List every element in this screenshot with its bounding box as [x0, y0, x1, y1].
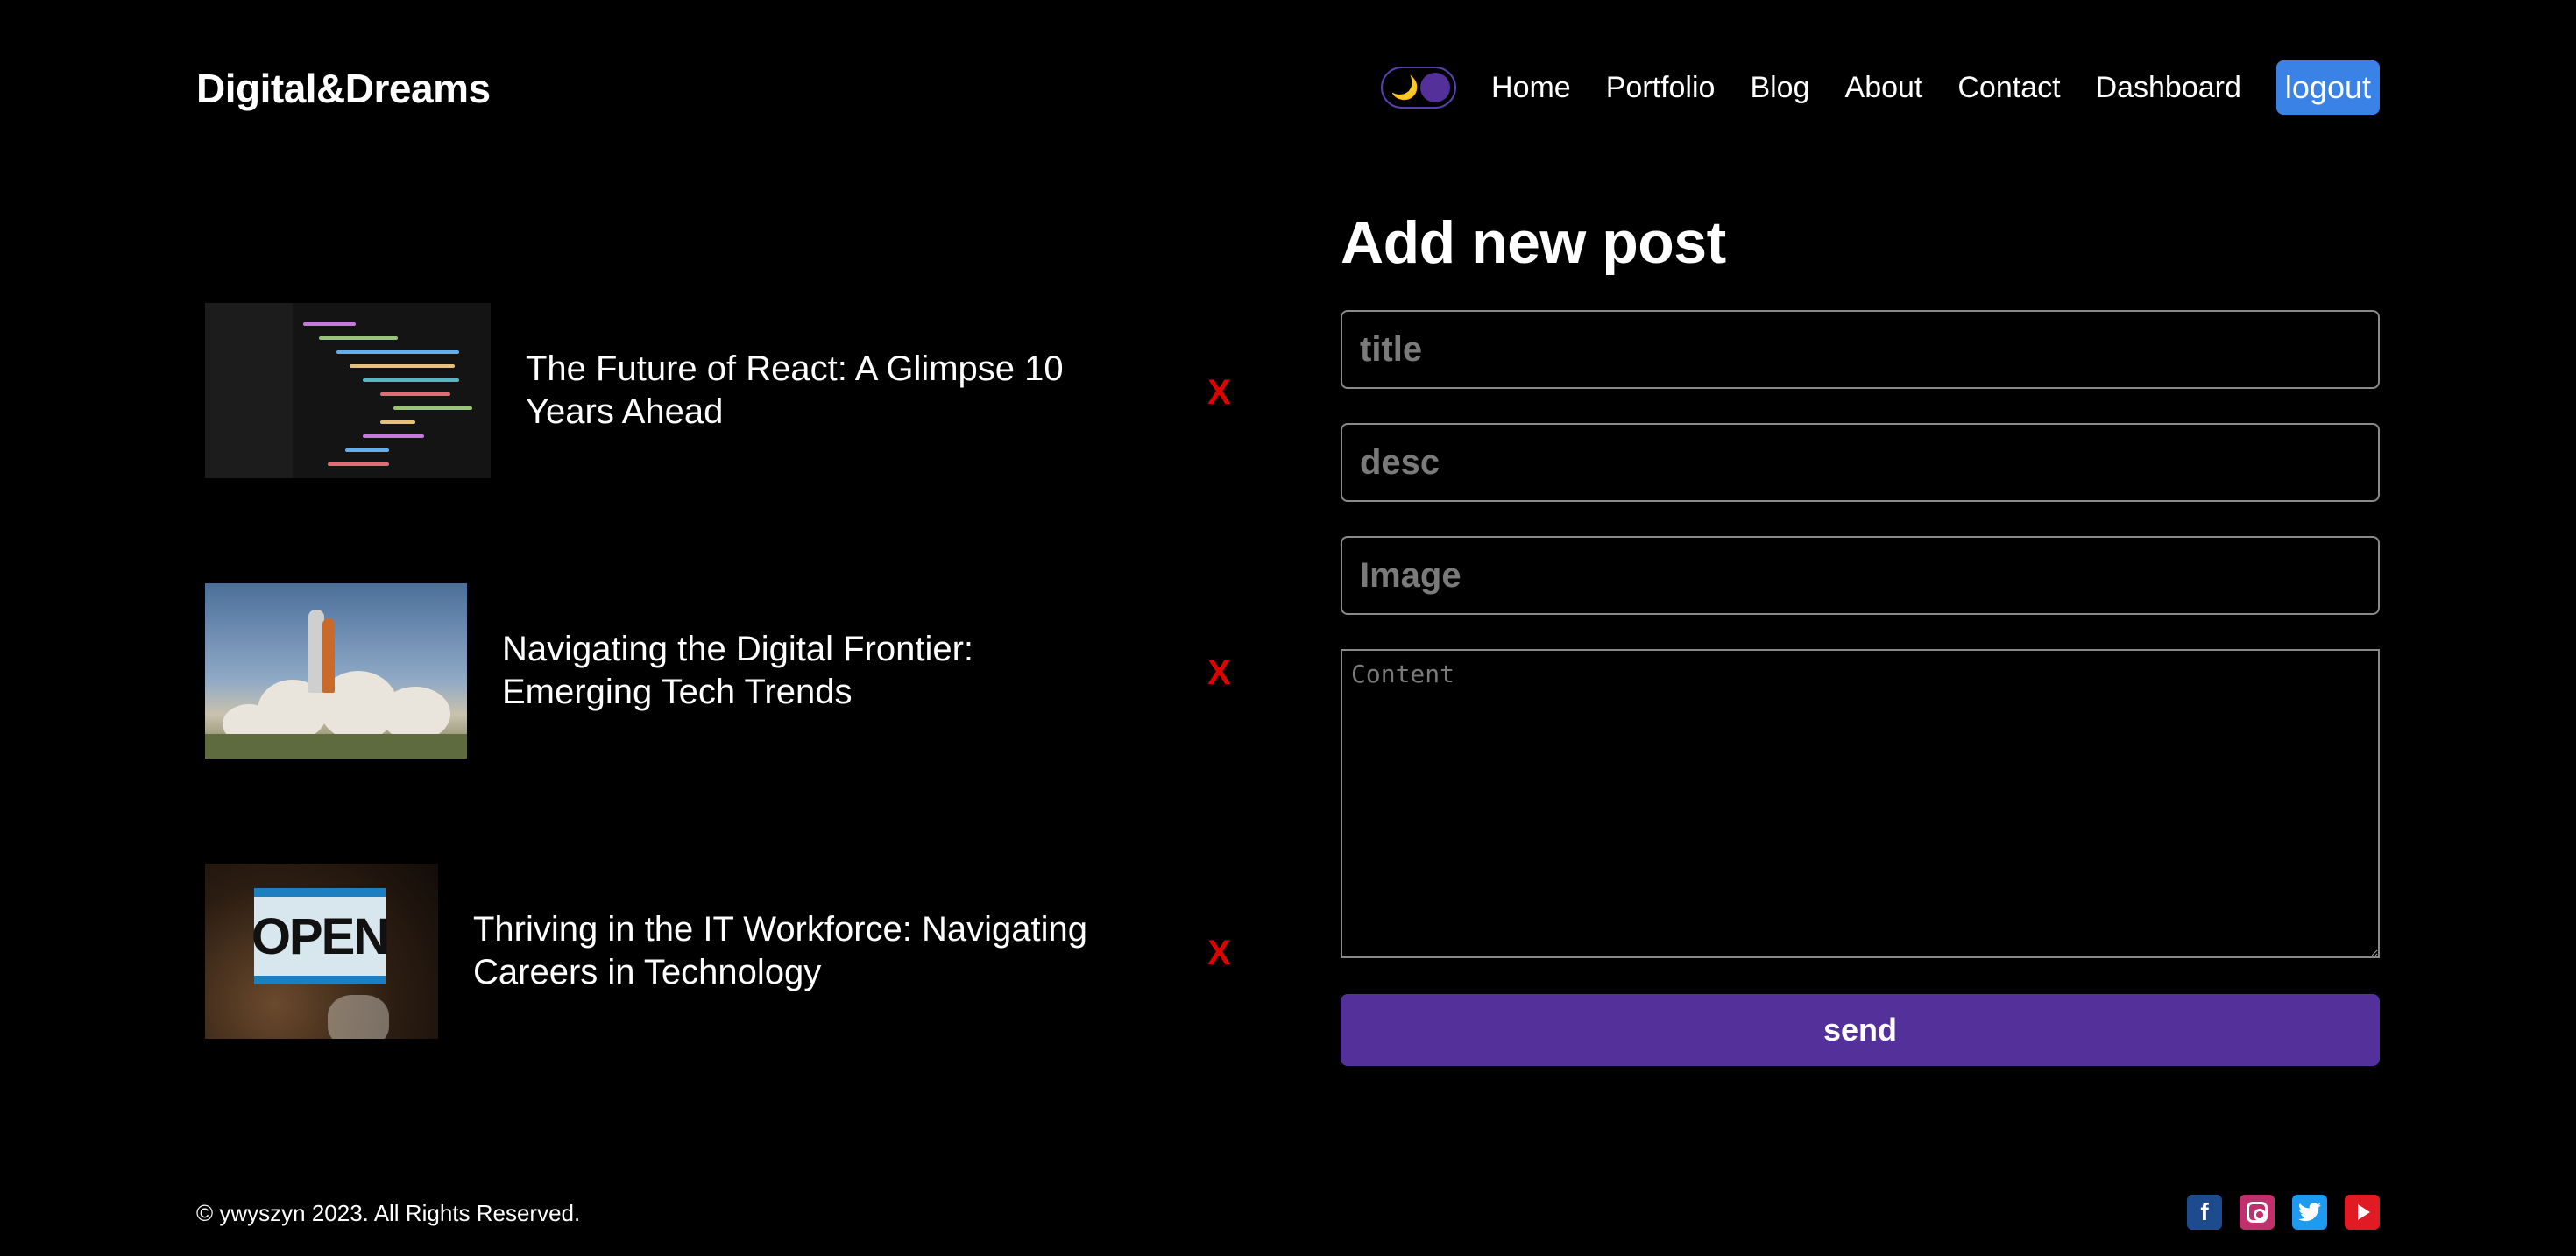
open-sign: OPEN: [251, 888, 390, 984]
post-image-shuttle: [205, 583, 467, 759]
moon-icon: 🌙: [1391, 74, 1419, 101]
nav-contact[interactable]: Contact: [1957, 60, 2060, 116]
desc-input[interactable]: [1341, 423, 2380, 502]
social-links: f: [2169, 1195, 2380, 1230]
youtube-icon[interactable]: [2345, 1195, 2380, 1230]
post-item: Navigating the Digital Frontier: Emergin…: [205, 583, 1133, 759]
send-button[interactable]: send: [1341, 994, 2380, 1066]
copyright: © ywyszyn 2023. All Rights Reserved.: [196, 1200, 581, 1226]
facebook-icon[interactable]: f: [2187, 1195, 2222, 1230]
logout-button[interactable]: logout: [2275, 60, 2380, 115]
delete-post-button[interactable]: X: [1207, 375, 1231, 410]
main-nav: 🌙 Home Portfolio Blog About Contact Dash…: [1381, 60, 2380, 116]
delete-post-button[interactable]: X: [1207, 935, 1231, 970]
site-logo[interactable]: Digital&Dreams: [196, 65, 491, 112]
content-textarea[interactable]: [1341, 649, 2380, 958]
delete-post-button[interactable]: X: [1207, 655, 1231, 690]
post-title[interactable]: Navigating the Digital Frontier: Emergin…: [502, 628, 1133, 714]
form-heading: Add new post: [1341, 209, 1726, 276]
twitter-icon[interactable]: [2292, 1195, 2327, 1230]
nav-about[interactable]: About: [1845, 60, 1923, 116]
post-title[interactable]: Thriving in the IT Workforce: Navigating…: [473, 908, 1104, 994]
nav-home[interactable]: Home: [1491, 60, 1571, 116]
instagram-icon[interactable]: [2240, 1195, 2275, 1230]
post-item: The Future of React: A Glimpse 10 Years …: [205, 303, 1157, 478]
image-input[interactable]: [1341, 536, 2380, 615]
post-item: OPEN Thriving in the IT Workforce: Navig…: [205, 864, 1104, 1039]
theme-toggle[interactable]: 🌙: [1381, 67, 1457, 109]
nav-portfolio[interactable]: Portfolio: [1606, 60, 1716, 116]
post-image-open-sign: OPEN: [205, 864, 438, 1039]
post-image-code: [205, 303, 491, 478]
post-title[interactable]: The Future of React: A Glimpse 10 Years …: [526, 348, 1157, 434]
nav-dashboard[interactable]: Dashboard: [2096, 60, 2241, 116]
toggle-knob: [1420, 73, 1451, 102]
nav-blog[interactable]: Blog: [1750, 60, 1809, 116]
title-input[interactable]: [1341, 310, 2380, 389]
page: Digital&Dreams 🌙 Home Portfolio Blog Abo…: [0, 0, 2576, 1256]
